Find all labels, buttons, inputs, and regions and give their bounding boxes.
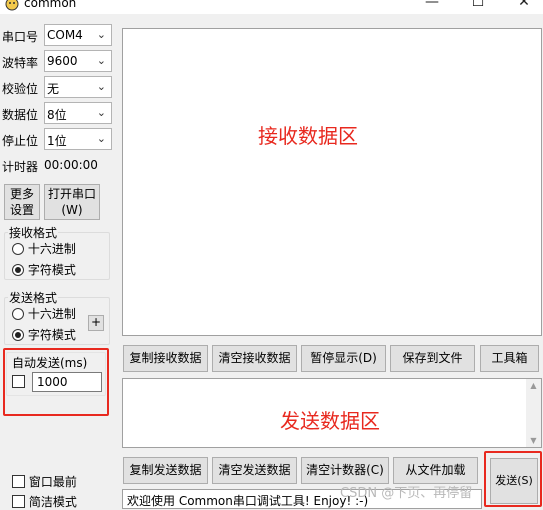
close-icon[interactable]: ✕: [509, 0, 539, 10]
recv-char-label: 字符模式: [27, 263, 76, 277]
receive-text-area[interactable]: [122, 28, 542, 336]
timer-value: 00:00:00: [44, 158, 98, 172]
watermark-text: CSDN @下页、再停留: [340, 486, 473, 501]
recv-hex-label: 十六进制: [27, 242, 76, 256]
stopbits-select[interactable]: 1位 ⌄: [44, 128, 112, 150]
send-char-radio[interactable]: 字符模式: [12, 326, 76, 343]
scroll-up-icon[interactable]: ▲: [526, 381, 541, 390]
send-area-label: 发送数据区: [280, 409, 380, 433]
open-port-button[interactable]: 打开串口 (W): [44, 184, 100, 220]
send-hex-label: 十六进制: [27, 307, 76, 321]
radio-selected-icon: [12, 329, 24, 341]
parity-value: 无: [47, 82, 60, 96]
save-to-file-button[interactable]: 保存到文件: [390, 345, 475, 372]
recv-hex-radio[interactable]: 十六进制: [12, 240, 76, 257]
port-value: COM4: [47, 28, 83, 42]
checkbox-icon: [12, 495, 25, 508]
databits-label: 数据位: [2, 108, 39, 122]
window-top-label: 窗口最前: [28, 475, 77, 489]
pause-display-button[interactable]: 暂停显示(D): [301, 345, 386, 372]
checkbox-icon: [12, 475, 25, 488]
more-settings-line1: 更多: [9, 187, 34, 201]
app-logo-icon: [5, 0, 19, 11]
clear-received-button[interactable]: 清空接收数据: [212, 345, 297, 372]
chevron-down-icon: ⌄: [96, 132, 106, 145]
minimize-icon[interactable]: —: [417, 0, 447, 10]
radio-selected-icon: [12, 264, 24, 276]
copy-received-button[interactable]: 复制接收数据: [123, 345, 208, 372]
open-port-line1: 打开串口: [47, 187, 96, 201]
auto-send-label: 自动发送(ms): [12, 356, 88, 370]
timer-label: 计时器: [2, 160, 39, 174]
chevron-down-icon: ⌄: [96, 80, 106, 93]
recv-char-radio[interactable]: 字符模式: [12, 261, 76, 278]
scroll-down-icon[interactable]: ▼: [526, 436, 541, 445]
clear-counter-button[interactable]: 清空计数器(C): [301, 457, 389, 484]
parity-label: 校验位: [2, 82, 39, 96]
baud-select[interactable]: 9600 ⌄: [44, 50, 112, 72]
receive-area-label: 接收数据区: [258, 124, 358, 148]
plus-button[interactable]: +: [88, 315, 104, 331]
stopbits-value: 1位: [47, 134, 67, 148]
more-settings-line2: 设置: [9, 203, 34, 217]
send-hex-radio[interactable]: 十六进制: [12, 305, 76, 322]
radio-icon: [12, 243, 24, 255]
send-char-label: 字符模式: [27, 328, 76, 342]
send-format-title: 发送格式: [9, 291, 58, 305]
send-button[interactable]: 发送(S): [490, 458, 538, 504]
chevron-down-icon: ⌄: [96, 106, 106, 119]
radio-icon: [12, 308, 24, 320]
chevron-down-icon: ⌄: [96, 28, 106, 41]
port-select[interactable]: COM4 ⌄: [44, 24, 112, 46]
baud-label: 波特率: [2, 56, 39, 70]
title-bar: [0, 0, 543, 14]
chevron-down-icon: ⌄: [96, 54, 106, 67]
databits-value: 8位: [47, 108, 67, 122]
send-scrollbar[interactable]: ▲ ▼: [526, 379, 541, 447]
stopbits-label: 停止位: [2, 134, 39, 148]
copy-send-button[interactable]: 复制发送数据: [123, 457, 208, 484]
simple-mode-checkbox[interactable]: 简洁模式: [12, 493, 77, 510]
window-top-checkbox[interactable]: 窗口最前: [12, 473, 77, 490]
load-from-file-button[interactable]: 从文件加载: [393, 457, 478, 484]
toolbox-button[interactable]: 工具箱: [480, 345, 539, 372]
baud-value: 9600: [47, 54, 78, 68]
recv-format-title: 接收格式: [9, 226, 58, 240]
more-settings-button[interactable]: 更多 设置: [4, 184, 40, 220]
parity-select[interactable]: 无 ⌄: [44, 76, 112, 98]
auto-send-interval-input[interactable]: 1000: [32, 372, 102, 392]
port-label: 串口号: [2, 30, 39, 44]
maximize-icon[interactable]: ☐: [463, 0, 493, 10]
open-port-line2: (W): [61, 203, 83, 217]
databits-select[interactable]: 8位 ⌄: [44, 102, 112, 124]
window-title: common: [24, 0, 77, 10]
simple-mode-label: 简洁模式: [28, 495, 77, 509]
clear-send-button[interactable]: 清空发送数据: [212, 457, 297, 484]
auto-send-checkbox[interactable]: [12, 375, 25, 388]
